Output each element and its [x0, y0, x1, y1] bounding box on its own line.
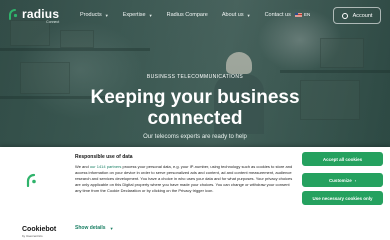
logo-text: radius Connect [22, 8, 59, 24]
radius-signal-icon [26, 173, 36, 187]
hero-headline: Keeping your business connected [0, 87, 390, 129]
hero-eyebrow: BUSINESS TELECOMMUNICATIONS [146, 74, 244, 80]
account-label: Account [352, 12, 373, 19]
hero-subline: Our telecoms experts are ready to help [143, 134, 247, 140]
chevron-down-icon: ▼ [104, 12, 109, 18]
accept-label: Accept all cookies [322, 156, 363, 162]
cookie-body-start: We and [75, 164, 90, 169]
headline-line-1: Keeping your business [90, 87, 300, 108]
nav-item-contact-us[interactable]: Contact us [265, 12, 291, 18]
account-button[interactable]: Account [333, 7, 381, 24]
user-icon [341, 12, 348, 19]
cookiebot-subtitle: by Usercentrics [22, 234, 43, 238]
uk-flag-icon [295, 12, 302, 17]
chevron-down-icon: ▼ [109, 225, 114, 231]
cookie-body: We and our 1414 partners process your pe… [75, 164, 297, 194]
logo-name: radius [22, 7, 60, 21]
necessary-label: Use necessary cookies only [312, 195, 373, 201]
cookie-consent-banner: Cookiebot by Usercentrics Responsible us… [0, 147, 390, 240]
nav-label: Expertise [122, 12, 146, 18]
radius-signal-icon [9, 9, 18, 20]
nav-item-products[interactable]: Products ▼ [80, 12, 109, 18]
language-code: EN [304, 12, 311, 17]
chevron-right-icon: › [354, 177, 357, 183]
chevron-down-icon: ▼ [148, 12, 153, 18]
necessary-only-button[interactable]: Use necessary cookies only [302, 191, 383, 205]
accept-all-button[interactable]: Accept all cookies [302, 152, 383, 166]
cookie-title: Responsible use of data [75, 154, 133, 160]
nav-label: Products [80, 12, 102, 18]
language-selector[interactable]: EN [295, 12, 310, 17]
site-logo[interactable]: radius Connect [8, 8, 59, 24]
nav-label: Contact us [264, 12, 291, 18]
chevron-down-icon: ▼ [246, 12, 251, 18]
main-nav: Products ▼ Expertise ▼ Radius Compare Ab… [80, 12, 305, 18]
nav-label: Radius Compare [166, 12, 208, 18]
customize-button[interactable]: Customize › [302, 173, 383, 187]
headline-line-2: connected [147, 108, 243, 129]
nav-item-expertise[interactable]: Expertise ▼ [123, 12, 153, 18]
nav-label: About us [221, 12, 244, 18]
cookiebot-name: Cookiebot [22, 226, 57, 233]
cookiebot-logo[interactable]: Cookiebot by Usercentrics [22, 226, 56, 238]
show-details-link[interactable]: Show details ▼ [75, 225, 114, 231]
nav-item-about-us[interactable]: About us ▼ [222, 12, 251, 18]
details-label: Show details [75, 225, 106, 231]
nav-item-radius-compare[interactable]: Radius Compare [167, 12, 208, 18]
customize-label: Customize [328, 177, 352, 183]
site-header: radius Connect Products ▼ Expertise ▼ Ra… [0, 0, 390, 32]
partners-link[interactable]: our 1414 partners [90, 164, 122, 169]
